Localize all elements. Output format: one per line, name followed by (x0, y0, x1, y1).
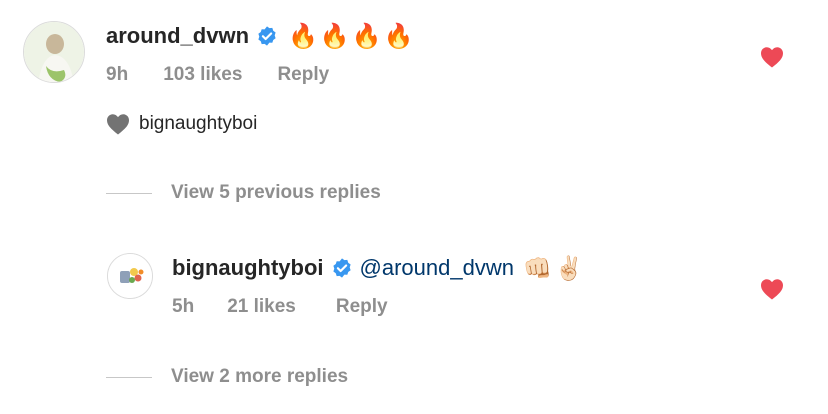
reply-emoji-text: 👊🏻✌🏻 (522, 255, 587, 282)
liked-by-username: bignaughtyboi (139, 113, 258, 134)
view-more-replies-button[interactable]: View 2 more replies (171, 365, 348, 389)
comment-timestamp: 9h (106, 64, 129, 85)
reply-avatar-image (108, 254, 152, 298)
verified-badge-icon (331, 257, 353, 279)
verified-badge-icon (256, 25, 278, 47)
comment-reply-button[interactable]: Reply (277, 64, 329, 86)
view-previous-replies-button[interactable]: View 5 previous replies (171, 181, 381, 205)
comment-likes-count[interactable]: 103 likes (163, 64, 242, 86)
replies-divider-line (106, 193, 152, 194)
reply-meta: 5h 21 likes Reply (172, 296, 388, 318)
comment-username[interactable]: around_dvwn (106, 23, 249, 49)
reply-like-heart-icon[interactable] (760, 278, 784, 300)
avatar-image (24, 22, 84, 82)
grey-heart-icon (106, 113, 130, 135)
reply-reply-button[interactable]: Reply (336, 296, 388, 318)
reply-header: bignaughtyboi @around_dvwn 👊🏻✌🏻 (172, 252, 586, 284)
reply-avatar[interactable] (107, 253, 153, 299)
more-replies-divider-line (106, 377, 152, 378)
commenter-avatar[interactable] (23, 21, 85, 83)
comment-meta: 9h 103 likes Reply (106, 64, 329, 86)
reply-timestamp: 5h (172, 296, 195, 317)
reply-mention-link[interactable]: @around_dvwn (360, 255, 514, 281)
reply-likes-count[interactable]: 21 likes (227, 296, 296, 318)
comment-text: 🔥🔥🔥🔥 (288, 22, 416, 50)
comment-like-heart-icon[interactable] (760, 46, 784, 68)
comment-header: around_dvwn 🔥🔥🔥🔥 (106, 20, 416, 52)
reply-username[interactable]: bignaughtyboi (172, 255, 324, 281)
liked-by-author-row: bignaughtyboi (106, 112, 257, 136)
